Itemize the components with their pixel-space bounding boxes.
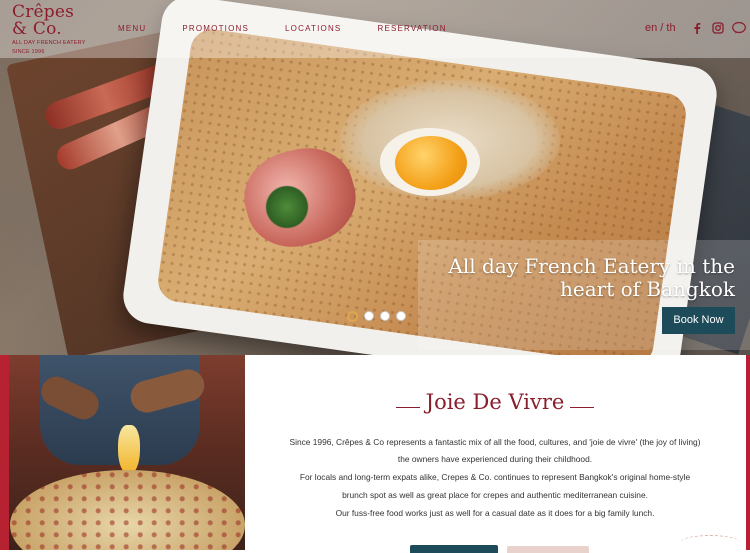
hero-herb <box>265 185 309 229</box>
slider-dot[interactable] <box>364 311 374 321</box>
brand-since: SINCE 1996 <box>12 49 45 55</box>
language-switcher[interactable]: en / th <box>645 22 676 34</box>
about-title: Joie De Vivre <box>245 390 745 414</box>
brand-tagline: ALL DAY FRENCH EATERY <box>12 40 86 46</box>
title-rule-left <box>395 407 420 408</box>
main-nav: MENU PROMOTIONS LOCATIONS RESERVATION <box>118 24 483 33</box>
slider-dots <box>347 311 406 322</box>
accent-bar <box>0 355 9 550</box>
book-now-button[interactable]: Book Now <box>662 307 735 334</box>
nav-item-menu[interactable]: MENU <box>118 24 146 33</box>
crepe-on-griddle <box>10 470 245 550</box>
nav-item-promotions[interactable]: PROMOTIONS <box>182 24 249 33</box>
about-title-text: Joie De Vivre <box>425 390 565 414</box>
slider-dot[interactable] <box>396 311 406 321</box>
facebook-icon[interactable] <box>691 22 703 34</box>
nav-item-reservation[interactable]: RESERVATION <box>377 24 446 33</box>
chef-crepe-photo <box>0 355 245 550</box>
title-rule-right <box>570 407 595 408</box>
site-header: Crêpes & Co. ALL DAY FRENCH EATERY SINCE… <box>0 0 750 58</box>
hero-egg-yolk <box>395 136 467 190</box>
pouring-egg <box>118 425 140 475</box>
cut-off-button[interactable] <box>410 545 498 553</box>
slider-dot[interactable] <box>380 311 390 321</box>
about-paragraph-line: the owners have experienced during their… <box>397 454 593 464</box>
slider-dot[interactable] <box>347 311 358 322</box>
hero-title: All day French Eatery in the heart of Ba… <box>448 254 735 301</box>
decorative-ornament <box>680 535 740 550</box>
brand-logo[interactable]: Crêpes & Co. ALL DAY FRENCH EATERY SINCE… <box>12 4 92 56</box>
about-paragraph-line: Our fuss-free food works just as well fo… <box>335 508 655 518</box>
instagram-icon[interactable] <box>712 22 724 34</box>
nav-item-locations[interactable]: LOCATIONS <box>285 24 341 33</box>
about-paragraph-line: brunch spot as well as great place for c… <box>342 490 648 500</box>
brand-name: Crêpes & Co. <box>12 2 75 39</box>
about-paragraph-line: Since 1996, Crêpes & Co represents a fan… <box>289 437 701 447</box>
about-paragraph-line: For locals and long-term expats alike, C… <box>299 472 691 482</box>
about-section: Joie De Vivre Since 1996, Crêpes & Co re… <box>245 355 750 553</box>
accent-bar <box>746 355 750 550</box>
line-icon[interactable] <box>732 22 746 34</box>
